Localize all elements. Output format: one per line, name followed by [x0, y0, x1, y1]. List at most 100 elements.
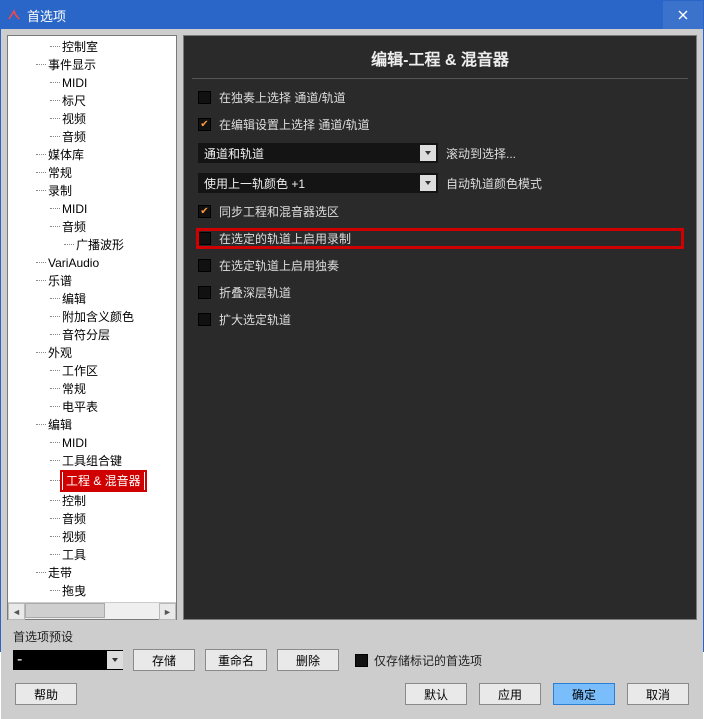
- tree-item[interactable]: 控制室: [8, 38, 176, 56]
- tree-item[interactable]: 编辑: [8, 416, 176, 434]
- store-button[interactable]: 存储: [133, 649, 195, 671]
- scroll-right-button[interactable]: ►: [159, 603, 176, 620]
- preset-row: - 存储 重命名 删除 仅存储标记的首选项: [13, 649, 691, 671]
- opt-label: 在编辑设置上选择 通道/轨道: [219, 116, 370, 133]
- opt-enlarge-selected[interactable]: 扩大选定轨道: [198, 311, 682, 328]
- tree-connector-icon: [50, 298, 60, 299]
- panel-title: 编辑-工程 & 混音器: [192, 36, 688, 79]
- tree-item[interactable]: 视频: [8, 110, 176, 128]
- checkbox-icon[interactable]: [198, 205, 211, 218]
- tree-item[interactable]: 编辑: [8, 290, 176, 308]
- preset-label: 首选项预设: [13, 628, 691, 645]
- tree-item[interactable]: 事件显示: [8, 56, 176, 74]
- opt-fold-tracks[interactable]: 折叠深层轨道: [198, 284, 682, 301]
- tree-connector-icon: [50, 226, 60, 227]
- tree-connector-icon: [36, 262, 46, 263]
- default-button[interactable]: 默认: [405, 683, 467, 705]
- tree-item[interactable]: 控制: [8, 492, 176, 510]
- checkbox-icon[interactable]: [198, 259, 211, 272]
- tree-item[interactable]: 广播波形: [8, 236, 176, 254]
- opt-sync-selection[interactable]: 同步工程和混音器选区: [198, 203, 682, 220]
- tree-item[interactable]: 工具: [8, 546, 176, 564]
- tree-connector-icon: [36, 64, 46, 65]
- tree-item[interactable]: 电平表: [8, 398, 176, 416]
- scroll-select-dropdown[interactable]: 通道和轨道: [198, 143, 438, 163]
- chevron-down-icon[interactable]: [107, 651, 123, 669]
- tree-connector-icon: [36, 572, 46, 573]
- apply-button[interactable]: 应用: [479, 683, 541, 705]
- cancel-button[interactable]: 取消: [627, 683, 689, 705]
- tree-hscrollbar[interactable]: ◄ ►: [8, 602, 176, 619]
- tree-item[interactable]: 外观: [8, 344, 176, 362]
- tree-item-label: 工程 & 混音器: [64, 472, 143, 490]
- ok-button[interactable]: 确定: [553, 683, 615, 705]
- scroll-thumb[interactable]: [25, 603, 105, 618]
- tree-item[interactable]: 附加含义颜色: [8, 308, 176, 326]
- opt-label: 在独奏上选择 通道/轨道: [219, 89, 346, 106]
- tree-connector-icon: [36, 172, 46, 173]
- scroll-track[interactable]: [25, 603, 159, 619]
- tree-item[interactable]: 音符分层: [8, 326, 176, 344]
- tree-item[interactable]: VariAudio: [8, 254, 176, 272]
- tree-scroll[interactable]: 控制室事件显示MIDI标尺视频音频媒体库常规录制MIDI音频广播波形VariAu…: [8, 36, 176, 602]
- tree-item[interactable]: 工具组合键: [8, 452, 176, 470]
- tree-item-label: 控制: [60, 492, 88, 510]
- tree-item[interactable]: 常规: [8, 380, 176, 398]
- tree-item[interactable]: 工作区: [8, 362, 176, 380]
- tree-item-label: 媒体库: [46, 146, 86, 164]
- preset-dropdown[interactable]: -: [13, 650, 123, 670]
- color-mode-dropdown[interactable]: 使用上一轨颜色 +1: [198, 173, 438, 193]
- opt-label: 折叠深层轨道: [219, 284, 291, 301]
- tree-item[interactable]: MIDI: [8, 434, 176, 452]
- tree-item[interactable]: 乐谱: [8, 272, 176, 290]
- close-button[interactable]: [663, 1, 703, 29]
- tree-item[interactable]: 标尺: [8, 92, 176, 110]
- titlebar[interactable]: 首选项: [1, 1, 703, 29]
- tree-item[interactable]: 拖曳: [8, 582, 176, 600]
- category-tree: 控制室事件显示MIDI标尺视频音频媒体库常规录制MIDI音频广播波形VariAu…: [8, 36, 176, 602]
- tree-item-label: 事件显示: [46, 56, 98, 74]
- checkbox-icon[interactable]: [198, 232, 211, 245]
- tree-item-label: 音符分层: [60, 326, 112, 344]
- panel-content: 在独奏上选择 通道/轨道 在编辑设置上选择 通道/轨道 通道和轨道 滚动到选择.…: [184, 79, 696, 338]
- tree-item[interactable]: 录制: [8, 182, 176, 200]
- scroll-left-button[interactable]: ◄: [8, 603, 25, 620]
- tree-item-label: MIDI: [60, 434, 89, 452]
- footer-bar: 帮助 默认 应用 确定 取消: [7, 677, 697, 713]
- opt-store-only-marked[interactable]: 仅存储标记的首选项: [355, 652, 482, 669]
- opt-label: 在选定轨道上启用独奏: [219, 257, 339, 274]
- delete-button[interactable]: 删除: [277, 649, 339, 671]
- tree-connector-icon: [50, 460, 60, 461]
- tree-item-label: 拖曳: [60, 582, 88, 600]
- checkbox-icon[interactable]: [198, 313, 211, 326]
- rename-button[interactable]: 重命名: [205, 649, 267, 671]
- checkbox-icon[interactable]: [198, 286, 211, 299]
- tree-item[interactable]: 常规: [8, 164, 176, 182]
- tree-item[interactable]: 音频: [8, 128, 176, 146]
- chevron-down-icon[interactable]: [420, 145, 436, 161]
- opt-solo-select[interactable]: 在独奏上选择 通道/轨道: [198, 89, 682, 106]
- tree-item[interactable]: 视频: [8, 528, 176, 546]
- tree-item[interactable]: 工程 & 混音器: [8, 470, 176, 492]
- opt-edit-select[interactable]: 在编辑设置上选择 通道/轨道: [198, 116, 682, 133]
- tree-item[interactable]: MIDI: [8, 200, 176, 218]
- tree-item[interactable]: 走带: [8, 564, 176, 582]
- checkbox-icon[interactable]: [355, 654, 368, 667]
- checkbox-icon[interactable]: [198, 91, 211, 104]
- help-button[interactable]: 帮助: [15, 683, 77, 705]
- opt-label: 仅存储标记的首选项: [374, 652, 482, 669]
- tree-item[interactable]: MIDI: [8, 74, 176, 92]
- tree-connector-icon: [50, 82, 60, 83]
- opt-enable-solo[interactable]: 在选定轨道上启用独奏: [198, 257, 682, 274]
- tree-item[interactable]: 音频: [8, 510, 176, 528]
- tree-item[interactable]: 媒体库: [8, 146, 176, 164]
- tree-connector-icon: [50, 316, 60, 317]
- tree-item[interactable]: 音频: [8, 218, 176, 236]
- tree-item-label: 工作区: [60, 362, 100, 380]
- opt-enable-record[interactable]: 在选定的轨道上启用录制: [198, 230, 682, 247]
- checkbox-icon[interactable]: [198, 118, 211, 131]
- tree-item-label: 音频: [60, 218, 88, 236]
- tree-item-label: 电平表: [60, 398, 100, 416]
- chevron-down-icon[interactable]: [420, 175, 436, 191]
- category-tree-pane: 控制室事件显示MIDI标尺视频音频媒体库常规录制MIDI音频广播波形VariAu…: [7, 35, 177, 620]
